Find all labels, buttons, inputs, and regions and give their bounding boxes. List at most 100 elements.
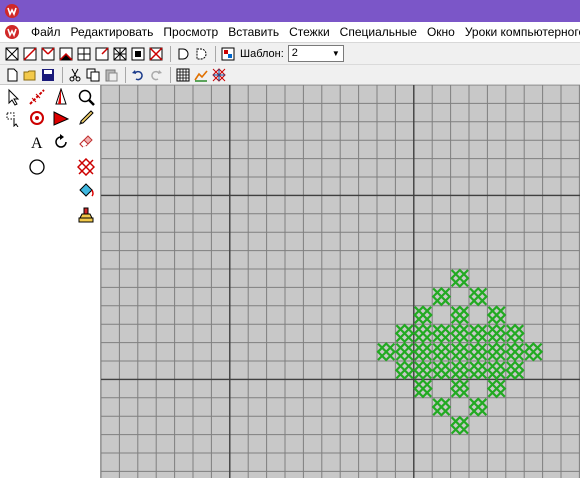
new-button[interactable] [4, 67, 20, 83]
flip-icon [53, 111, 70, 126]
save-button[interactable] [40, 67, 56, 83]
new-document-icon [7, 68, 18, 81]
stitch-type-1-button[interactable] [4, 46, 20, 62]
stitch-line-tool[interactable] [27, 87, 47, 107]
stitch-type-4-button[interactable] [58, 46, 74, 62]
toolbar-separator [170, 66, 171, 83]
stitch-type-9-button[interactable] [148, 46, 164, 62]
stitch-type-6-button[interactable] [94, 46, 110, 62]
application-window: Файл Редактировать Просмотр Вставить Сте… [0, 0, 580, 478]
copy-icon [86, 68, 100, 81]
undo-icon [132, 69, 143, 80]
title-bar[interactable] [0, 0, 580, 22]
rotate-icon [30, 111, 44, 125]
pattern-canvas[interactable] [100, 85, 580, 478]
zoom-icon [78, 89, 95, 106]
menu-window[interactable]: Окно [422, 22, 460, 43]
stitch-type-icon [113, 47, 127, 60]
stitch-type-3-button[interactable] [40, 46, 56, 62]
circle-tool-icon [29, 159, 45, 175]
stitch-type-icon [59, 47, 73, 61]
eraser-icon [79, 135, 93, 148]
cross-stitch-tool-icon [77, 158, 95, 176]
stamp-icon [78, 207, 94, 223]
rotate-arrow-tool[interactable] [51, 132, 71, 152]
stitch-type-8-button[interactable] [130, 46, 146, 62]
chart-button[interactable] [193, 67, 209, 83]
pencil-icon [79, 110, 94, 125]
lasso-select-icon [6, 112, 19, 127]
undo-button[interactable] [130, 67, 146, 83]
menu-lessons[interactable]: Уроки компьютерного [460, 22, 580, 43]
circle-tool[interactable] [27, 157, 47, 177]
stitch-type-icon [23, 46, 37, 61]
backstitch-button[interactable] [175, 46, 191, 62]
template-button[interactable] [220, 46, 236, 62]
menu-special[interactable]: Специальные [335, 22, 422, 43]
backstitch-icon [178, 48, 189, 59]
backstitch-icon [196, 48, 207, 59]
fill-color-icon [55, 88, 67, 105]
flip-tool[interactable] [51, 108, 71, 128]
template-value: 2 [291, 47, 298, 59]
backstitch-dashed-button[interactable] [193, 46, 209, 62]
stitch-type-5-button[interactable] [76, 46, 92, 62]
toolbar-separator [170, 45, 171, 62]
tool-palette: A [0, 85, 100, 478]
select-tool[interactable] [4, 87, 24, 107]
paint-bucket-icon [79, 183, 94, 197]
redo-icon [151, 69, 162, 80]
template-icon [221, 47, 235, 60]
stitch-type-icon [95, 46, 109, 60]
cut-icon [69, 68, 81, 81]
menu-view[interactable]: Просмотр [158, 22, 223, 43]
menu-file[interactable]: Файл [26, 22, 66, 43]
chart-icon [194, 69, 208, 82]
text-tool[interactable]: A [27, 132, 47, 152]
pencil-tool[interactable] [76, 108, 96, 128]
fill-color-tool[interactable] [51, 87, 71, 107]
rotate-arrow-icon [55, 134, 67, 148]
cut-button[interactable] [67, 67, 83, 83]
zoom-tool[interactable] [76, 87, 96, 107]
grid-button[interactable] [175, 67, 191, 83]
menu-stitches[interactable]: Стежки [284, 22, 335, 43]
save-icon [42, 68, 54, 81]
redo-button[interactable] [148, 67, 164, 83]
stitch-type-icon [41, 46, 55, 60]
toolbar-separator [125, 66, 126, 83]
stitch-type-icon [5, 47, 19, 60]
rotate-tool[interactable] [27, 108, 47, 128]
stitch-type-icon [77, 47, 91, 60]
stitch-type-icon [149, 46, 163, 61]
menu-edit[interactable]: Редактировать [66, 22, 159, 43]
standard-toolbar [0, 65, 580, 85]
toolbar-separator [62, 66, 63, 83]
lasso-select-tool[interactable] [4, 108, 24, 128]
grid-icon [176, 68, 190, 81]
app-logo-icon [5, 4, 19, 18]
stamp-tool[interactable] [76, 205, 96, 225]
paste-button[interactable] [103, 67, 119, 83]
stitch-type-2-button[interactable] [22, 46, 38, 62]
cross-stitch-tool[interactable] [76, 157, 96, 177]
eraser-tool[interactable] [76, 132, 96, 152]
chevron-down-icon: ▼ [328, 46, 343, 61]
stitch-type-7-button[interactable] [112, 46, 128, 62]
paste-icon [105, 69, 118, 81]
stitch-view-button[interactable] [211, 67, 227, 83]
app-logo-icon[interactable] [4, 24, 20, 40]
open-button[interactable] [22, 67, 38, 83]
menu-bar: Файл Редактировать Просмотр Вставить Сте… [0, 22, 580, 43]
text-tool-glyph: A [31, 135, 43, 151]
paint-bucket-tool[interactable] [76, 181, 96, 201]
toolbar-separator [215, 45, 216, 62]
menu-insert[interactable]: Вставить [223, 22, 284, 43]
stitch-toolbar: Шаблон: 2 ▼ [0, 43, 580, 65]
stitch-line-icon [29, 89, 45, 105]
copy-button[interactable] [85, 67, 101, 83]
stitch-grid[interactable] [101, 85, 580, 478]
template-select[interactable]: 2 ▼ [287, 45, 344, 62]
text-tool-icon: A [31, 135, 43, 151]
open-folder-icon [23, 70, 36, 80]
